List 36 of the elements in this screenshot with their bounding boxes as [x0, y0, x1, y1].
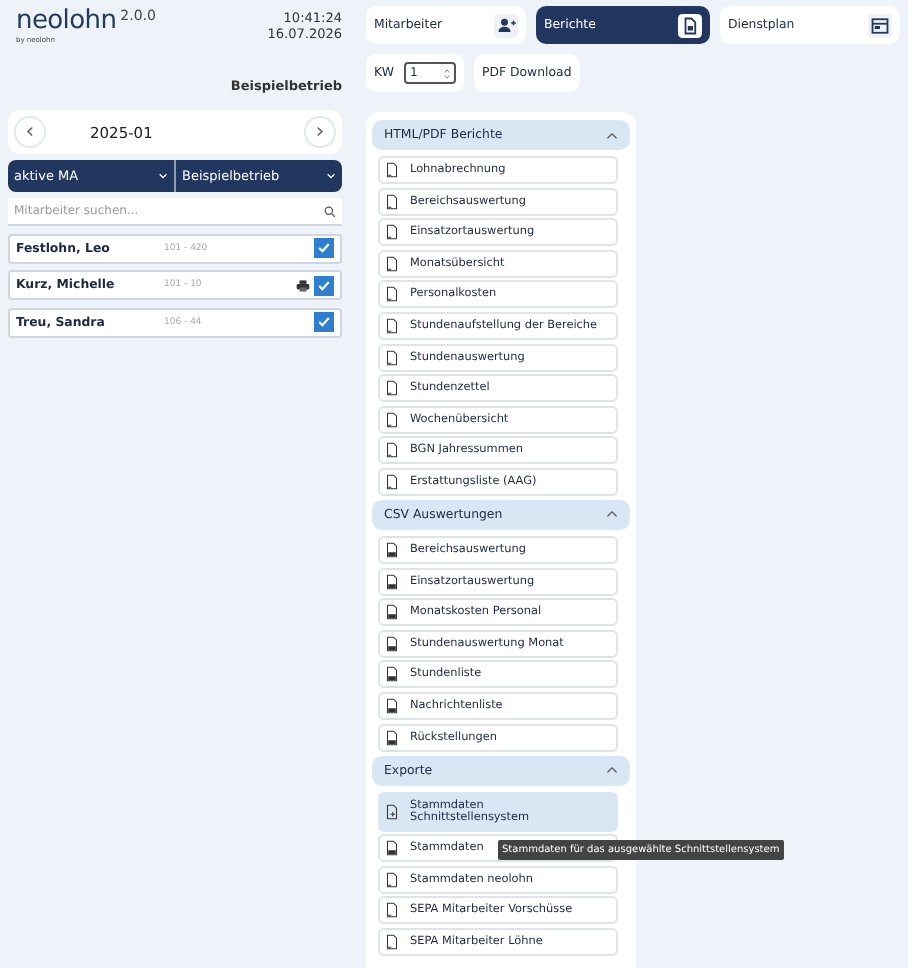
export-file-icon [386, 803, 398, 819]
file-icon [386, 411, 398, 428]
file-icon [386, 162, 398, 178]
employee-checkbox[interactable] [314, 312, 334, 332]
spreadsheet-file-icon [386, 604, 398, 621]
file-icon [386, 473, 398, 490]
previous-button[interactable]: ‹ [14, 116, 46, 148]
file-icon [386, 193, 398, 210]
file-icon [386, 224, 398, 241]
file-icon [386, 902, 398, 919]
document-icon [678, 13, 702, 37]
file-icon [386, 255, 398, 272]
file-icon [386, 933, 398, 950]
file-icon [386, 380, 398, 397]
employee-checkbox[interactable] [314, 275, 334, 295]
calendar-icon [868, 13, 892, 37]
file-icon [386, 286, 398, 303]
spreadsheet-file-icon [386, 697, 398, 714]
file-icon [386, 442, 398, 459]
spreadsheet-file-icon [386, 635, 398, 652]
spinner-icon [443, 67, 450, 79]
search-icon [324, 206, 336, 218]
spreadsheet-file-icon [386, 840, 398, 857]
spreadsheet-file-icon [386, 541, 398, 558]
file-icon [386, 349, 398, 366]
person-add-icon [494, 13, 518, 37]
app-logo: neolohn [16, 8, 117, 34]
file-icon [386, 317, 398, 334]
spreadsheet-file-icon [386, 666, 398, 683]
next-button[interactable]: › [304, 116, 336, 148]
caret-icon [326, 172, 336, 180]
spreadsheet-file-icon [386, 729, 398, 745]
employee-checkbox[interactable] [314, 238, 334, 258]
file-icon [386, 871, 398, 888]
caret-icon [158, 172, 168, 180]
spreadsheet-file-icon [386, 573, 398, 590]
